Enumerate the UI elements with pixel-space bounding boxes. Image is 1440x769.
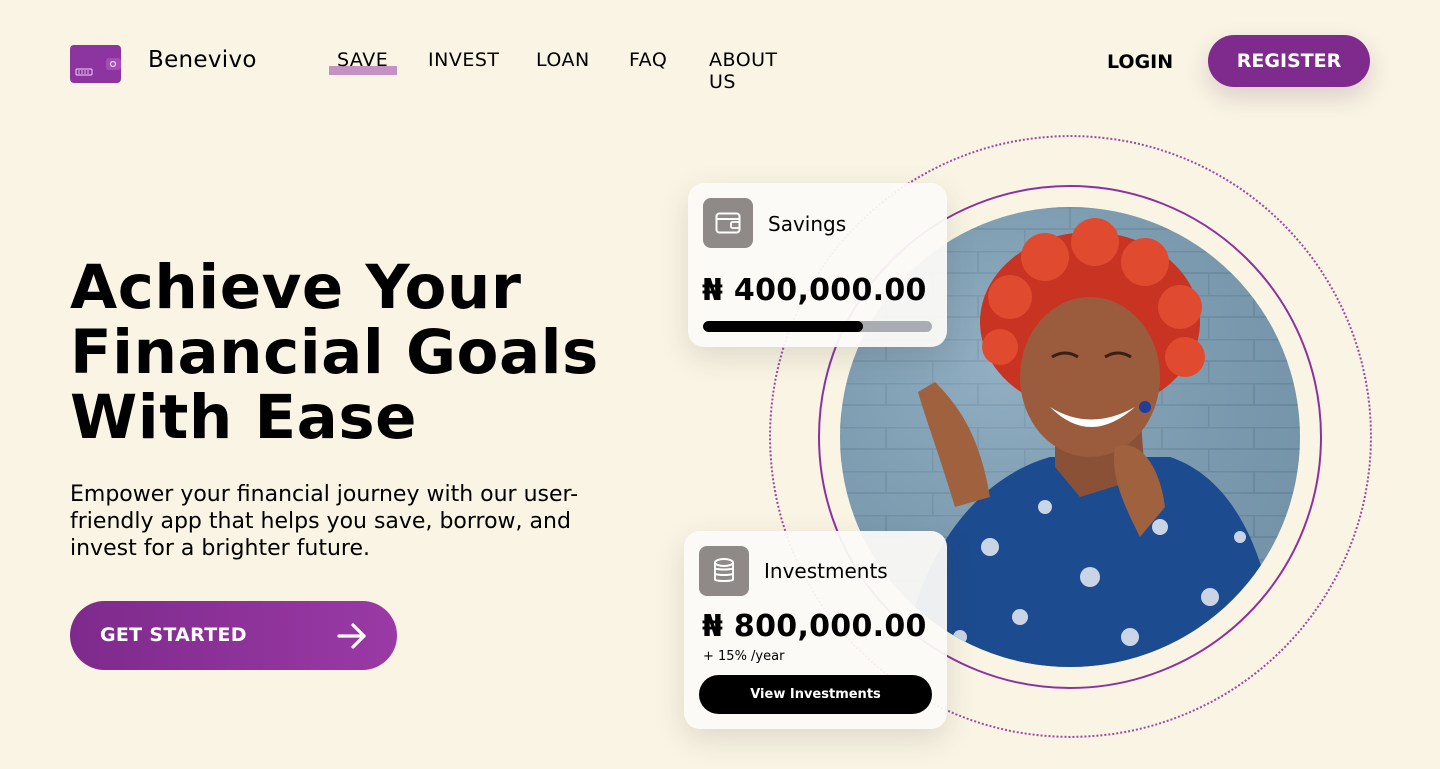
savings-progress-bar (703, 321, 932, 332)
investments-rate: + 15% /year (703, 649, 785, 664)
nav-item-faq[interactable]: FAQ (629, 49, 667, 71)
savings-amount: ₦ 400,000.00 (702, 273, 927, 308)
nav-item-about-us[interactable]: ABOUT US (709, 49, 778, 93)
wallet-logo-icon[interactable] (70, 45, 121, 83)
savings-card[interactable]: Savings ₦ 400,000.00 (688, 183, 947, 347)
investments-title: Investments (764, 559, 888, 583)
nav-item-save[interactable]: SAVE (337, 49, 388, 71)
hero-title-line: Achieve Your (70, 252, 522, 323)
view-investments-button[interactable]: View Investments (699, 675, 932, 714)
register-button[interactable]: REGISTER (1208, 35, 1370, 87)
investments-amount: ₦ 800,000.00 (702, 609, 927, 644)
hero-subtitle-line: Empower your financial journey with our … (70, 482, 579, 507)
hero-title-line: Financial Goals (70, 317, 599, 388)
hero-subtitle-line: friendly app that helps you save, borrow… (70, 509, 571, 534)
investments-card: Investments ₦ 800,000.00 + 15% /year Vie… (684, 531, 947, 729)
nav-item-loan[interactable]: LOAN (536, 49, 590, 71)
login-link[interactable]: LOGIN (1107, 51, 1173, 73)
hero-title: Achieve Your Financial Goals With Ease (70, 255, 630, 450)
hero-subtitle: Empower your financial journey with our … (70, 481, 640, 562)
brand-name[interactable]: Benevivo (148, 47, 257, 73)
hero-subtitle-line: invest for a brighter future. (70, 536, 370, 561)
hero-title-line: With Ease (70, 382, 418, 453)
wallet-icon (703, 198, 753, 248)
nav-item-invest[interactable]: INVEST (428, 49, 500, 71)
savings-progress-fill (703, 321, 864, 332)
coins-stack-icon (699, 546, 749, 596)
get-started-label: GET STARTED (100, 624, 247, 646)
arrow-right-icon (337, 623, 366, 649)
savings-title: Savings (768, 212, 847, 236)
